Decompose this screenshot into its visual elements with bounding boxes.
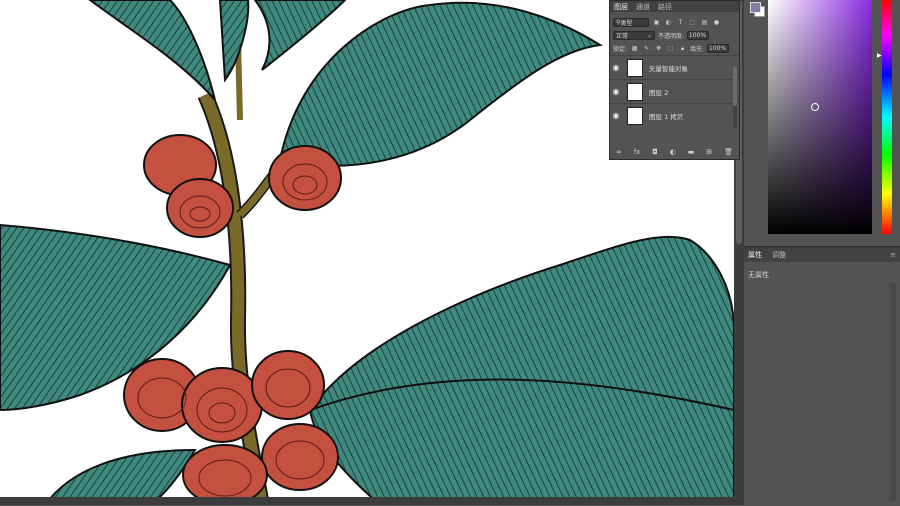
- layer-name: 图层 2: [649, 88, 669, 97]
- color-panel: ▶: [746, 0, 900, 244]
- layer-thumbnail: [627, 106, 643, 125]
- lock-label: 锁定:: [613, 46, 628, 53]
- trash-icon[interactable]: 🗑︎: [724, 148, 733, 156]
- leaf: [278, 1, 603, 167]
- tab-adjustments[interactable]: 调整: [772, 250, 786, 260]
- fill-field[interactable]: 100%: [707, 44, 730, 53]
- eye-icon[interactable]: ◉: [610, 111, 622, 120]
- link-icon[interactable]: ∞: [616, 148, 622, 156]
- filter-type-icon[interactable]: T: [676, 18, 685, 27]
- layer-row[interactable]: ◉ 图层 1 拷贝: [610, 103, 739, 127]
- layer-thumbnail: [627, 82, 643, 101]
- properties-scrollbar[interactable]: [890, 283, 896, 501]
- fx-icon[interactable]: fx: [634, 148, 641, 156]
- leaf: [308, 235, 734, 505]
- layer-filter-row: ⚲ 类型 ▣ ◐ T ⬚ ▤ ●: [610, 15, 739, 29]
- layers-scrollbar[interactable]: [733, 66, 737, 128]
- layer-row[interactable]: ◉ 矢量智能对象: [610, 55, 739, 79]
- layers-panel: 图层 通道 路径 ⚲ 类型 ▣ ◐ T ⬚ ▤ ● 正常 ⌄ 不透明度: 100% …: [609, 0, 740, 160]
- tab-paths[interactable]: 路径: [658, 2, 672, 12]
- hue-indicator-icon: ▶: [877, 52, 882, 59]
- layer-thumbnail: [627, 58, 643, 77]
- lock-row: 锁定: ▦ ✎ ✥ ⬚ 🔒︎ 填充: 100%: [610, 42, 739, 55]
- blend-mode-select[interactable]: 正常 ⌄: [613, 31, 655, 40]
- tab-channels[interactable]: 通道: [636, 2, 650, 12]
- leaf: [88, 0, 216, 101]
- no-properties-text: 无属性: [748, 271, 769, 279]
- layers-bottom-toolbar: ∞ fx ◘ ◐ ▬ ⊞ 🗑︎: [610, 148, 739, 156]
- foreground-color-swatch[interactable]: [750, 2, 761, 13]
- layer-name: 图层 1 拷贝: [649, 112, 684, 121]
- properties-tabs: 属性 调整: [744, 247, 900, 262]
- leaf: [218, 0, 250, 83]
- layer-name: 矢量智能对象: [649, 64, 688, 73]
- lock-paint-icon[interactable]: ✎: [642, 44, 651, 53]
- eye-icon[interactable]: ◉: [610, 87, 622, 96]
- chevron-down-icon: ⌄: [646, 32, 652, 39]
- panel-menu-icon[interactable]: ≡: [890, 251, 896, 259]
- lock-artboard-icon[interactable]: ⬚: [666, 44, 675, 53]
- filter-shape-icon[interactable]: ⬚: [688, 18, 697, 27]
- saturation-value-field[interactable]: [768, 0, 872, 234]
- filter-smart-object-icon[interactable]: ▤: [700, 18, 709, 27]
- tab-properties[interactable]: 属性: [748, 250, 762, 260]
- tab-layers[interactable]: 图层: [614, 2, 628, 12]
- adjustment-icon[interactable]: ◐: [670, 148, 676, 156]
- opacity-field[interactable]: 100%: [687, 31, 710, 40]
- filter-toggle-icon[interactable]: ●: [712, 18, 721, 27]
- eye-icon[interactable]: ◉: [610, 63, 622, 72]
- blend-row: 正常 ⌄ 不透明度: 100%: [610, 29, 739, 42]
- filter-kind-label: 类型: [620, 19, 633, 27]
- filter-kind-select[interactable]: ⚲ 类型: [613, 17, 649, 27]
- blend-mode-label: 正常: [616, 33, 629, 40]
- new-layer-icon[interactable]: ⊞: [706, 148, 712, 156]
- opacity-label: 不透明度:: [658, 33, 685, 40]
- filter-pixel-icon[interactable]: ▣: [652, 18, 661, 27]
- fill-label: 填充:: [690, 46, 705, 53]
- scrollbar-thumb[interactable]: [733, 66, 737, 106]
- hue-slider[interactable]: [882, 0, 892, 234]
- color-marker[interactable]: [811, 103, 819, 111]
- properties-panel: 属性 调整 ≡ 无属性: [744, 246, 900, 506]
- lock-all-icon[interactable]: 🔒︎: [678, 44, 687, 53]
- mask-icon[interactable]: ◘: [652, 148, 658, 156]
- filter-adjustment-icon[interactable]: ◐: [664, 18, 673, 27]
- canvas-bottom-bar: [0, 497, 734, 505]
- layer-row[interactable]: ◉ 图层 2: [610, 79, 739, 103]
- folder-icon[interactable]: ▬: [688, 148, 695, 156]
- layers-panel-tabs: 图层 通道 路径: [610, 1, 739, 12]
- lock-transparency-icon[interactable]: ▦: [630, 44, 639, 53]
- lock-position-icon[interactable]: ✥: [654, 44, 663, 53]
